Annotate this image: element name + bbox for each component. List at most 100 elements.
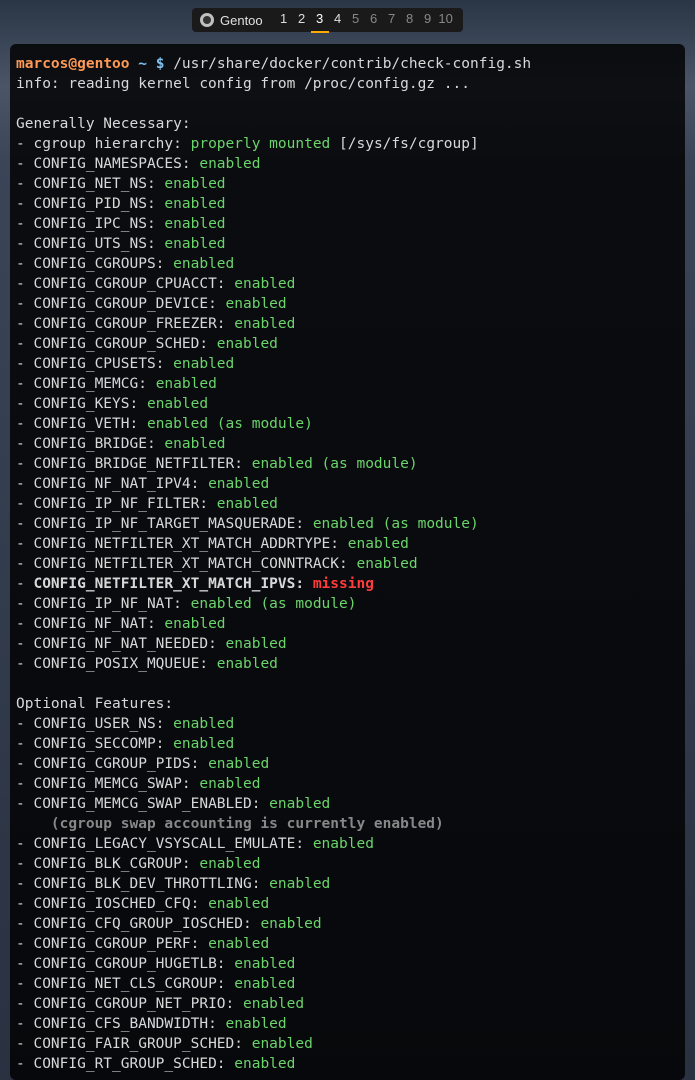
config-line: - CONFIG_NETFILTER_XT_MATCH_ADDRTYPE: en… bbox=[16, 534, 679, 554]
config-line: - CONFIG_IP_NF_FILTER: enabled bbox=[16, 494, 679, 514]
status-enabled: enabled bbox=[226, 636, 287, 652]
config-line: - CONFIG_VETH: enabled (as module) bbox=[16, 414, 679, 434]
dash: - bbox=[16, 256, 33, 272]
config-line: - CONFIG_CPUSETS: enabled bbox=[16, 354, 679, 374]
dash: - bbox=[16, 656, 33, 672]
config-line: - CONFIG_NF_NAT_NEEDED: enabled bbox=[16, 634, 679, 654]
dash: - bbox=[16, 936, 33, 952]
status-enabled: enabled (as module) bbox=[147, 416, 313, 432]
status-enabled: properly mounted bbox=[191, 136, 331, 152]
config-line: - CONFIG_CGROUP_NET_PRIO: enabled bbox=[16, 994, 679, 1014]
dash: - bbox=[16, 596, 33, 612]
dash: - bbox=[16, 376, 33, 392]
dash: - bbox=[16, 856, 33, 872]
config-line: - CONFIG_LEGACY_VSYSCALL_EMULATE: enable… bbox=[16, 834, 679, 854]
config-line: - CONFIG_CGROUP_CPUACCT: enabled bbox=[16, 274, 679, 294]
status-enabled: enabled bbox=[208, 896, 269, 912]
dash: - bbox=[16, 136, 33, 152]
config-label: CONFIG_CFS_BANDWIDTH: bbox=[33, 1016, 225, 1032]
config-label: CONFIG_UTS_NS: bbox=[33, 236, 164, 252]
workspace-tabs: 12345678910 bbox=[275, 7, 455, 33]
config-label: CONFIG_MEMCG_SWAP: bbox=[33, 776, 199, 792]
dash: - bbox=[16, 756, 33, 772]
status-enabled: enabled bbox=[234, 1056, 295, 1072]
status-enabled: enabled bbox=[173, 356, 234, 372]
workspace-tab-10[interactable]: 10 bbox=[437, 7, 455, 33]
workspace-tab-4[interactable]: 4 bbox=[329, 7, 347, 33]
dash: - bbox=[16, 776, 33, 792]
config-line: - CONFIG_CGROUP_SCHED: enabled bbox=[16, 334, 679, 354]
config-label: CONFIG_CGROUP_PIDS: bbox=[33, 756, 208, 772]
config-line: - CONFIG_CGROUP_DEVICE: enabled bbox=[16, 294, 679, 314]
config-label: CONFIG_VETH: bbox=[33, 416, 147, 432]
config-line: - CONFIG_CGROUP_FREEZER: enabled bbox=[16, 314, 679, 334]
status-enabled: enabled bbox=[199, 856, 260, 872]
workspace-tab-9[interactable]: 9 bbox=[419, 7, 437, 33]
prompt-dollar: $ bbox=[156, 56, 165, 72]
config-label: CONFIG_CGROUP_HUGETLB: bbox=[33, 956, 234, 972]
workspace-tab-3[interactable]: 3 bbox=[311, 7, 329, 33]
config-label: CONFIG_NETFILTER_XT_MATCH_IPVS: bbox=[33, 576, 312, 592]
dash: - bbox=[16, 796, 33, 812]
config-line: - CONFIG_NET_CLS_CGROUP: enabled bbox=[16, 974, 679, 994]
status-enabled: enabled bbox=[217, 656, 278, 672]
config-line: - CONFIG_MEMCG_SWAP: enabled bbox=[16, 774, 679, 794]
status-enabled: enabled bbox=[234, 976, 295, 992]
config-label: CONFIG_CGROUP_DEVICE: bbox=[33, 296, 225, 312]
config-line: - CONFIG_SECCOMP: enabled bbox=[16, 734, 679, 754]
dash: - bbox=[16, 516, 33, 532]
config-label: CONFIG_CGROUP_SCHED: bbox=[33, 336, 216, 352]
workspace-tab-6[interactable]: 6 bbox=[365, 7, 383, 33]
config-line: - CONFIG_CGROUPS: enabled bbox=[16, 254, 679, 274]
config-label: CONFIG_IPC_NS: bbox=[33, 216, 164, 232]
config-line: - CONFIG_IOSCHED_CFQ: enabled bbox=[16, 894, 679, 914]
status-enabled: enabled bbox=[199, 776, 260, 792]
gentoo-logo-icon bbox=[200, 13, 214, 27]
status-enabled: enabled bbox=[208, 936, 269, 952]
config-line: - CONFIG_CGROUP_PIDS: enabled bbox=[16, 754, 679, 774]
config-line: - CONFIG_NETFILTER_XT_MATCH_CONNTRACK: e… bbox=[16, 554, 679, 574]
config-line: - CONFIG_USER_NS: enabled bbox=[16, 714, 679, 734]
status-enabled: enabled bbox=[226, 1016, 287, 1032]
dash: - bbox=[16, 356, 33, 372]
terminal-window[interactable]: marcos@gentoo ~ $ /usr/share/docker/cont… bbox=[10, 44, 685, 1080]
config-line: - CONFIG_BRIDGE: enabled bbox=[16, 434, 679, 454]
config-label: CONFIG_NAMESPACES: bbox=[33, 156, 199, 172]
config-label: cgroup hierarchy: bbox=[33, 136, 190, 152]
config-label: CONFIG_CPUSETS: bbox=[33, 356, 173, 372]
workspace-tab-5[interactable]: 5 bbox=[347, 7, 365, 33]
blank-line bbox=[16, 674, 679, 694]
section-header: Optional Features: bbox=[16, 694, 679, 714]
command-text: /usr/share/docker/contrib/check-config.s… bbox=[173, 56, 531, 72]
status-enabled: enabled bbox=[260, 916, 321, 932]
workspace-tab-8[interactable]: 8 bbox=[401, 7, 419, 33]
config-line: - CONFIG_CFQ_GROUP_IOSCHED: enabled bbox=[16, 914, 679, 934]
config-label: CONFIG_CGROUPS: bbox=[33, 256, 173, 272]
dash: - bbox=[16, 636, 33, 652]
status-enabled: enabled bbox=[173, 716, 234, 732]
config-line: - CONFIG_MEMCG: enabled bbox=[16, 374, 679, 394]
status-missing: missing bbox=[313, 576, 374, 592]
config-note: (cgroup swap accounting is currently ena… bbox=[16, 816, 444, 832]
status-enabled: enabled bbox=[164, 436, 225, 452]
config-line: - CONFIG_KEYS: enabled bbox=[16, 394, 679, 414]
status-enabled: enabled bbox=[208, 476, 269, 492]
workspace-tab-1[interactable]: 1 bbox=[275, 7, 293, 33]
config-label: CONFIG_SECCOMP: bbox=[33, 736, 173, 752]
blank-line bbox=[16, 94, 679, 114]
prompt-host: gentoo bbox=[77, 56, 129, 72]
status-enabled: enabled bbox=[269, 796, 330, 812]
dash: - bbox=[16, 196, 33, 212]
dash: - bbox=[16, 276, 33, 292]
config-line: - CONFIG_NF_NAT: enabled bbox=[16, 614, 679, 634]
status-enabled: enabled bbox=[164, 216, 225, 232]
workspace-tab-2[interactable]: 2 bbox=[293, 7, 311, 33]
config-label: CONFIG_BRIDGE: bbox=[33, 436, 164, 452]
status-enabled: enabled bbox=[234, 276, 295, 292]
status-enabled: enabled bbox=[269, 876, 330, 892]
config-label: CONFIG_NF_NAT_NEEDED: bbox=[33, 636, 225, 652]
config-label: CONFIG_BLK_DEV_THROTTLING: bbox=[33, 876, 269, 892]
workspace-tab-7[interactable]: 7 bbox=[383, 7, 401, 33]
dash: - bbox=[16, 236, 33, 252]
status-enabled: enabled bbox=[252, 1036, 313, 1052]
